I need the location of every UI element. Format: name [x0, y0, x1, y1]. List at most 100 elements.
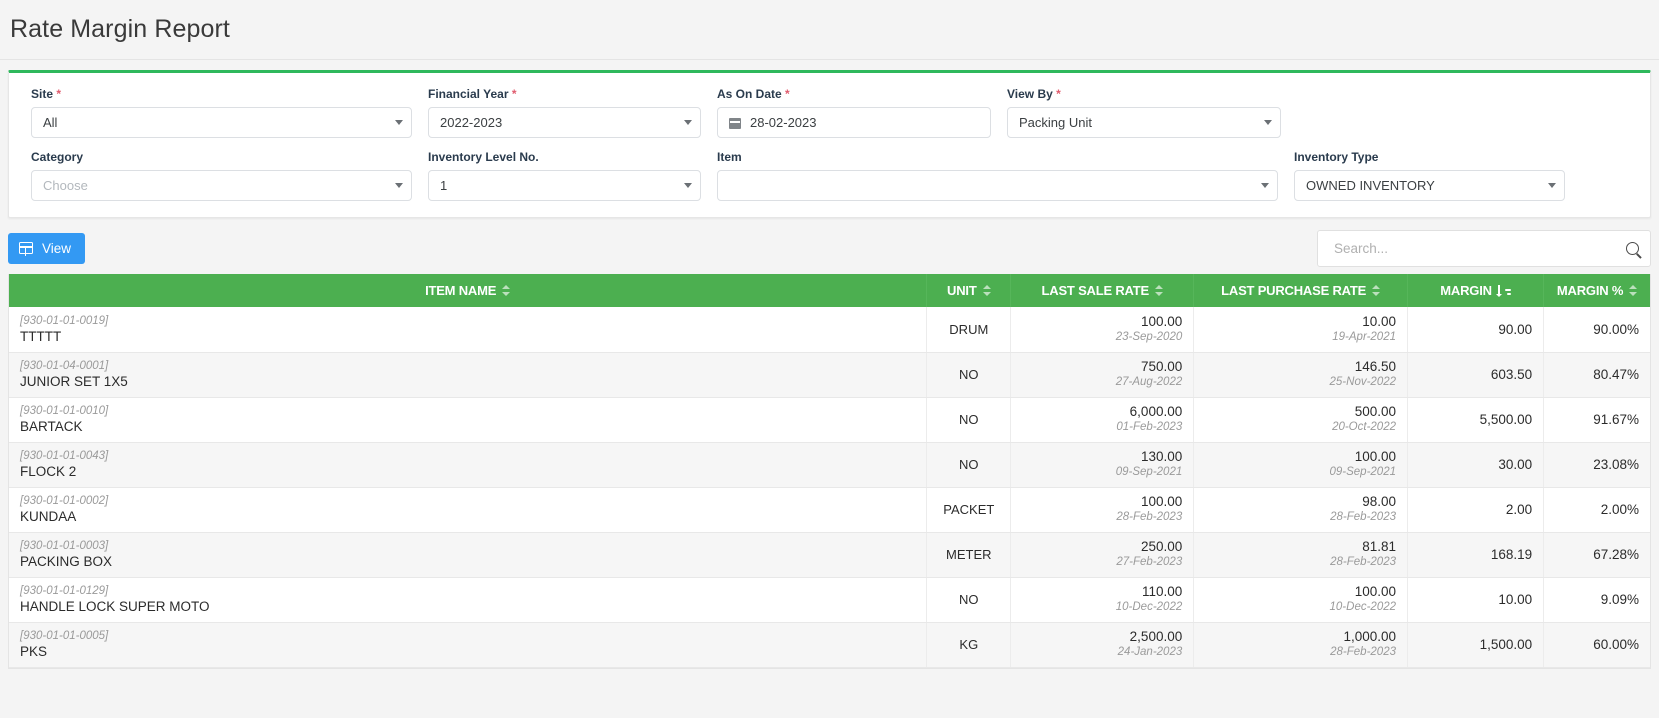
cell-margin-percent: 91.67% [1543, 397, 1650, 443]
table-row[interactable]: [930-01-01-0019] TTTTT DRUM 100.00 23-Sep-20… [9, 307, 1650, 353]
view-button[interactable]: View [8, 232, 86, 264]
cell-margin-percent: 60.00% [1543, 622, 1650, 668]
financial-year-value: 2022-2023 [440, 115, 503, 130]
as-on-date-value: 28-02-2023 [750, 115, 817, 130]
field-site: Site * All [23, 87, 420, 138]
item-code: [930-01-01-0003] [20, 540, 109, 552]
sale-date: 10-Dec-2022 [1115, 601, 1183, 613]
cell-item-name: [930-01-01-0043] FLOCK 2 [9, 442, 928, 488]
table-row[interactable]: [930-01-01-0010] BARTACK NO 6,000.00 01-Feb-… [9, 397, 1650, 443]
cell-margin: 90.00 [1407, 307, 1545, 353]
item-name: KUNDAA [20, 509, 77, 524]
field-inventory-type: Inventory Type OWNED INVENTORY [1286, 150, 1573, 201]
item-code: [930-01-01-0010] [20, 405, 109, 417]
column-header-unit[interactable]: UNIT [926, 274, 1012, 307]
sale-date: 27-Feb-2023 [1116, 556, 1183, 568]
column-header-margin[interactable]: MARGIN [1407, 274, 1545, 307]
item-name: HANDLE LOCK SUPER MOTO [20, 599, 210, 614]
table-header-row: ITEM NAME UNIT LAST SALE RATE LAST PURCH… [9, 274, 1650, 307]
purchase-date: 28-Feb-2023 [1330, 511, 1396, 523]
site-select[interactable]: All [31, 107, 412, 138]
cell-margin: 30.00 [1407, 442, 1545, 488]
cell-last-sale-rate: 130.00 09-Sep-2021 [1010, 442, 1195, 488]
column-label: UNIT [947, 283, 977, 298]
required-marker: * [781, 87, 790, 101]
purchase-date: 25-Nov-2022 [1329, 376, 1396, 388]
column-label: MARGIN % [1556, 283, 1624, 298]
category-select[interactable]: Choose [31, 170, 412, 201]
purchase-rate: 500.00 [1354, 404, 1396, 419]
purchase-rate: 100.00 [1354, 449, 1396, 464]
cell-last-purchase-rate: 100.00 09-Sep-2021 [1193, 442, 1408, 488]
chevron-down-icon [395, 120, 403, 125]
column-header-last-purchase-rate[interactable]: LAST PURCHASE RATE [1193, 274, 1408, 307]
cell-margin-percent: 67.28% [1543, 532, 1650, 578]
sale-rate: 2,500.00 [1129, 629, 1183, 644]
sort-icon [502, 284, 511, 297]
purchase-date: 10-Dec-2022 [1329, 601, 1396, 613]
field-item: Item [709, 150, 1286, 201]
site-value: All [43, 115, 58, 130]
cell-margin: 2.00 [1407, 487, 1545, 533]
cell-last-sale-rate: 750.00 27-Aug-2022 [1010, 352, 1195, 398]
inventory-type-select[interactable]: OWNED INVENTORY [1294, 170, 1565, 201]
item-select[interactable] [717, 170, 1278, 201]
chevron-down-icon [395, 183, 403, 188]
cell-margin: 10.00 [1407, 577, 1545, 623]
inventory-type-label: Inventory Type [1294, 150, 1379, 164]
inventory-level-value: 1 [440, 178, 448, 193]
sale-date: 28-Feb-2023 [1116, 511, 1183, 523]
cell-unit: NO [926, 442, 1012, 488]
sort-icon [982, 284, 991, 297]
column-header-margin-percent[interactable]: MARGIN % [1543, 274, 1650, 307]
search-box[interactable] [1317, 229, 1651, 267]
cell-last-purchase-rate: 10.00 19-Apr-2021 [1193, 307, 1408, 353]
cell-item-name: [930-01-01-0002] KUNDAA [9, 487, 928, 533]
cell-margin-percent: 80.47% [1543, 352, 1650, 398]
cell-item-name: [930-01-01-0003] PACKING BOX [9, 532, 928, 578]
item-code: [930-01-01-0129] [20, 585, 109, 597]
sort-icon [1155, 284, 1163, 297]
cell-last-purchase-rate: 146.50 25-Nov-2022 [1193, 352, 1408, 398]
as-on-date-input[interactable]: 28-02-2023 [717, 107, 991, 138]
item-name: TTTTT [20, 328, 62, 344]
field-financial-year: Financial Year * 2022-2023 [420, 87, 709, 138]
column-header-last-sale-rate[interactable]: LAST SALE RATE [1010, 274, 1195, 307]
purchase-rate: 1,000.00 [1343, 629, 1396, 644]
cell-margin: 1,500.00 [1407, 622, 1545, 668]
table-toolbar: View [8, 229, 1651, 267]
cell-last-sale-rate: 6,000.00 01-Feb-2023 [1010, 397, 1195, 443]
required-marker: * [1052, 87, 1061, 101]
table-row[interactable]: [930-01-01-0005] PKS KG 2,500.00 24-Jan-2023… [9, 622, 1650, 668]
table-row[interactable]: [930-01-01-0003] PACKING BOX METER 250.00 27… [9, 532, 1650, 578]
search-icon[interactable] [1626, 241, 1639, 255]
search-input[interactable] [1332, 239, 1626, 257]
sale-date: 27-Aug-2022 [1115, 376, 1183, 388]
filter-row-2: Category Choose Inventory Level No. 1 It… [23, 150, 1636, 201]
item-name: FLOCK 2 [20, 464, 77, 479]
table-row[interactable]: [930-01-01-0002] KUNDAA PACKET 100.00 28-Feb… [9, 487, 1650, 533]
results-table-container: ITEM NAME UNIT LAST SALE RATE LAST PURCH… [8, 274, 1651, 669]
inventory-level-select[interactable]: 1 [428, 170, 701, 201]
chevron-down-icon [684, 183, 692, 188]
cell-item-name: [930-01-01-0005] PKS [9, 622, 928, 668]
cell-last-sale-rate: 100.00 23-Sep-2020 [1010, 307, 1195, 353]
view-by-label: View By * [1007, 87, 1061, 101]
column-header-item-name[interactable]: ITEM NAME [9, 274, 928, 307]
financial-year-label: Financial Year * [428, 87, 517, 101]
item-code: [930-01-04-0001] [20, 360, 109, 372]
chevron-down-icon [1548, 183, 1556, 188]
table-row[interactable]: [930-01-01-0129] HANDLE LOCK SUPER MOTO NO… [9, 577, 1650, 623]
cell-last-purchase-rate: 1,000.00 28-Feb-2023 [1193, 622, 1408, 668]
sort-descending-icon [1496, 285, 1511, 297]
sale-rate: 100.00 [1140, 313, 1183, 329]
table-row[interactable]: [930-01-04-0001] JUNIOR SET 1X5 NO 750.00 27… [9, 352, 1650, 398]
view-by-select[interactable]: Packing Unit [1007, 107, 1281, 138]
cell-last-purchase-rate: 100.00 10-Dec-2022 [1193, 577, 1408, 623]
chevron-down-icon [684, 120, 692, 125]
table-row[interactable]: [930-01-01-0043] FLOCK 2 NO 130.00 09-Sep-20… [9, 442, 1650, 488]
financial-year-select[interactable]: 2022-2023 [428, 107, 701, 138]
cell-unit: NO [926, 397, 1012, 443]
sale-rate: 750.00 [1140, 359, 1183, 374]
category-label: Category [31, 150, 84, 164]
